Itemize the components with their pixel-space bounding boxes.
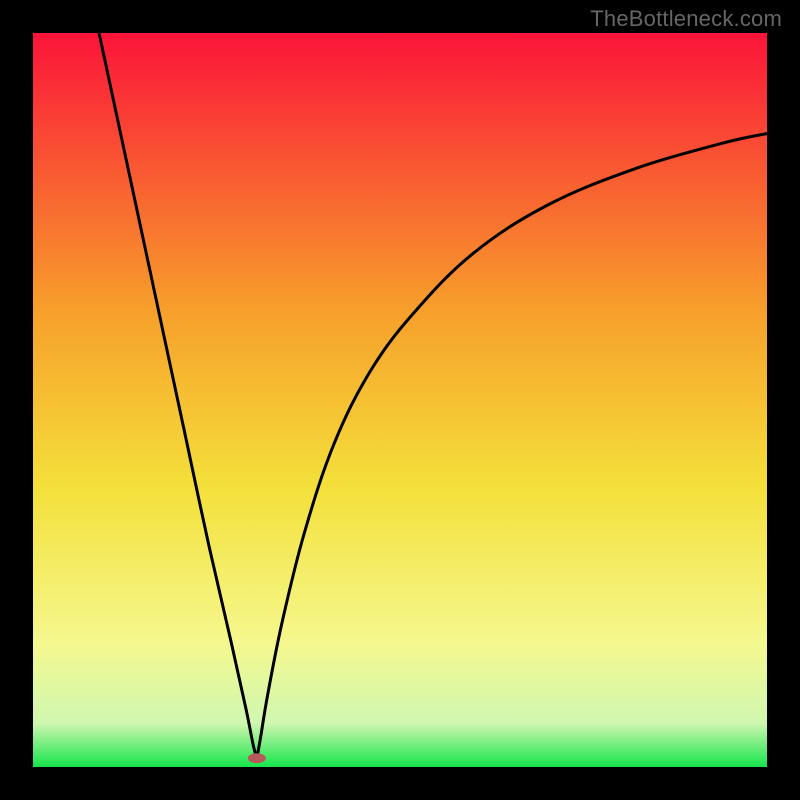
watermark-text: TheBottleneck.com (590, 6, 782, 32)
chart-background (33, 33, 767, 767)
chart-frame: TheBottleneck.com (0, 0, 800, 800)
chart-plot-area (33, 33, 767, 767)
chart-svg (33, 33, 767, 767)
minimum-marker (248, 753, 266, 763)
